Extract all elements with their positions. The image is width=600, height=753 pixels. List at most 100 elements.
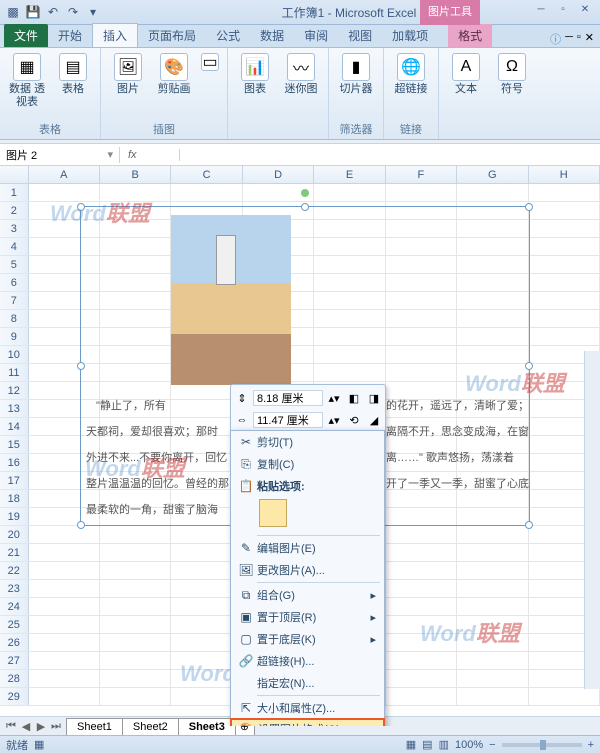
cell[interactable] (457, 688, 528, 705)
resize-handle[interactable] (77, 203, 85, 211)
cell[interactable] (457, 652, 528, 669)
row-header[interactable]: 24 (0, 598, 29, 615)
cell[interactable] (100, 616, 171, 633)
cell[interactable] (386, 670, 457, 687)
row-header[interactable]: 28 (0, 670, 29, 687)
paste-option-button[interactable] (259, 499, 287, 527)
ctx-send-back[interactable]: ▢置于底层(K)▸ (231, 628, 384, 650)
row-header[interactable]: 22 (0, 562, 29, 579)
col-B[interactable]: B (100, 166, 171, 183)
vertical-scrollbar[interactable] (584, 351, 600, 689)
spinner-icon[interactable]: ▴▾ (325, 389, 343, 407)
cell[interactable] (457, 598, 528, 615)
cell[interactable] (386, 634, 457, 651)
cell[interactable] (529, 202, 600, 219)
help-icon[interactable]: ⓘ (550, 31, 561, 47)
row-header[interactable]: 15 (0, 436, 29, 453)
ctx-edit-picture[interactable]: ✎编辑图片(E) (231, 537, 384, 559)
sheet-nav-last[interactable]: ⏭ (49, 720, 63, 733)
sparkline-button[interactable]: 〰迷你图 (280, 53, 322, 96)
view-layout-icon[interactable]: ▤ (422, 738, 432, 751)
tab-data[interactable]: 数据 (250, 24, 294, 47)
spinner-icon[interactable]: ▴▾ (325, 411, 343, 429)
cell[interactable] (457, 526, 528, 543)
col-D[interactable]: D (243, 166, 314, 183)
row-header[interactable]: 16 (0, 454, 29, 471)
rotate-handle[interactable] (301, 189, 309, 197)
ctx-copy[interactable]: ⎘复制(C) (231, 453, 384, 475)
redo-button[interactable]: ↷ (64, 3, 82, 21)
sheet-tab-3[interactable]: Sheet3 (178, 718, 236, 735)
cell[interactable] (100, 652, 171, 669)
ctx-change-picture[interactable]: 🖼更改图片(A)... (231, 559, 384, 581)
view-normal-icon[interactable]: ▦ (406, 738, 416, 751)
cell[interactable] (529, 310, 600, 327)
cell[interactable] (29, 688, 100, 705)
width-input[interactable] (253, 412, 323, 428)
row-header[interactable]: 27 (0, 652, 29, 669)
cell[interactable] (171, 184, 242, 201)
row-header[interactable]: 26 (0, 634, 29, 651)
cell[interactable] (100, 598, 171, 615)
hyperlink-button[interactable]: 🌐超链接 (390, 53, 432, 96)
name-box[interactable]: 图片 2▾ (0, 147, 120, 163)
minimize-button[interactable]: ─ (532, 4, 550, 18)
cell[interactable] (29, 652, 100, 669)
resize-handle[interactable] (525, 521, 533, 529)
row-header[interactable]: 23 (0, 580, 29, 597)
cell[interactable] (386, 616, 457, 633)
tab-format[interactable]: 格式 (448, 24, 492, 47)
cell[interactable] (100, 688, 171, 705)
tab-pagelayout[interactable]: 页面布局 (138, 24, 206, 47)
cell[interactable] (29, 526, 100, 543)
ctx-cut[interactable]: ✂剪切(T) (231, 431, 384, 453)
ctx-group[interactable]: ⧉组合(G)▸ (231, 584, 384, 606)
shapes-button[interactable]: ▭ (199, 53, 221, 73)
tab-file[interactable]: 文件 (4, 24, 48, 47)
cell[interactable] (100, 580, 171, 597)
table-button[interactable]: ▤表格 (52, 53, 94, 96)
close-button[interactable]: ✕ (576, 4, 594, 18)
row-header[interactable]: 19 (0, 508, 29, 525)
cell[interactable] (529, 256, 600, 273)
cell[interactable] (100, 634, 171, 651)
cell[interactable] (457, 634, 528, 651)
arrange-icon[interactable]: ◨ (365, 389, 383, 407)
save-button[interactable]: 💾 (24, 3, 42, 21)
col-E[interactable]: E (314, 166, 385, 183)
cell[interactable] (29, 634, 100, 651)
row-header[interactable]: 17 (0, 472, 29, 489)
row-header[interactable]: 12 (0, 382, 29, 399)
qat-dropdown[interactable]: ▾ (84, 3, 102, 21)
picture-button[interactable]: 🖼图片 (107, 53, 149, 96)
restore-button[interactable]: ▫ (554, 4, 572, 18)
row-header[interactable]: 8 (0, 310, 29, 327)
doc-restore-icon[interactable]: ▫ (577, 31, 581, 47)
doc-close-icon[interactable]: ✕ (585, 31, 594, 47)
resize-handle[interactable] (77, 521, 85, 529)
view-break-icon[interactable]: ▥ (439, 738, 449, 751)
doc-minimize-icon[interactable]: ─ (565, 31, 573, 47)
cell[interactable] (386, 688, 457, 705)
tab-addins[interactable]: 加载项 (382, 24, 438, 47)
symbol-button[interactable]: Ω符号 (491, 53, 533, 96)
zoom-value[interactable]: 100% (455, 739, 483, 751)
col-H[interactable]: H (529, 166, 600, 183)
cell[interactable] (386, 544, 457, 561)
zoom-in-button[interactable]: + (588, 739, 594, 751)
zoom-out-button[interactable]: − (489, 739, 495, 751)
cell[interactable] (457, 580, 528, 597)
col-C[interactable]: C (171, 166, 242, 183)
cell[interactable] (29, 562, 100, 579)
resize-handle[interactable] (525, 362, 533, 370)
textbox-button[interactable]: A文本 (445, 53, 487, 96)
undo-button[interactable]: ↶ (44, 3, 62, 21)
sheet-tab-1[interactable]: Sheet1 (66, 718, 123, 735)
row-header[interactable]: 13 (0, 400, 29, 417)
ctx-hyperlink[interactable]: 🔗超链接(H)... (231, 650, 384, 672)
cell[interactable] (529, 184, 600, 201)
select-all-corner[interactable] (0, 166, 29, 183)
clipart-button[interactable]: 🎨剪贴画 (153, 53, 195, 96)
row-header[interactable]: 7 (0, 292, 29, 309)
zoom-slider[interactable] (502, 743, 582, 747)
